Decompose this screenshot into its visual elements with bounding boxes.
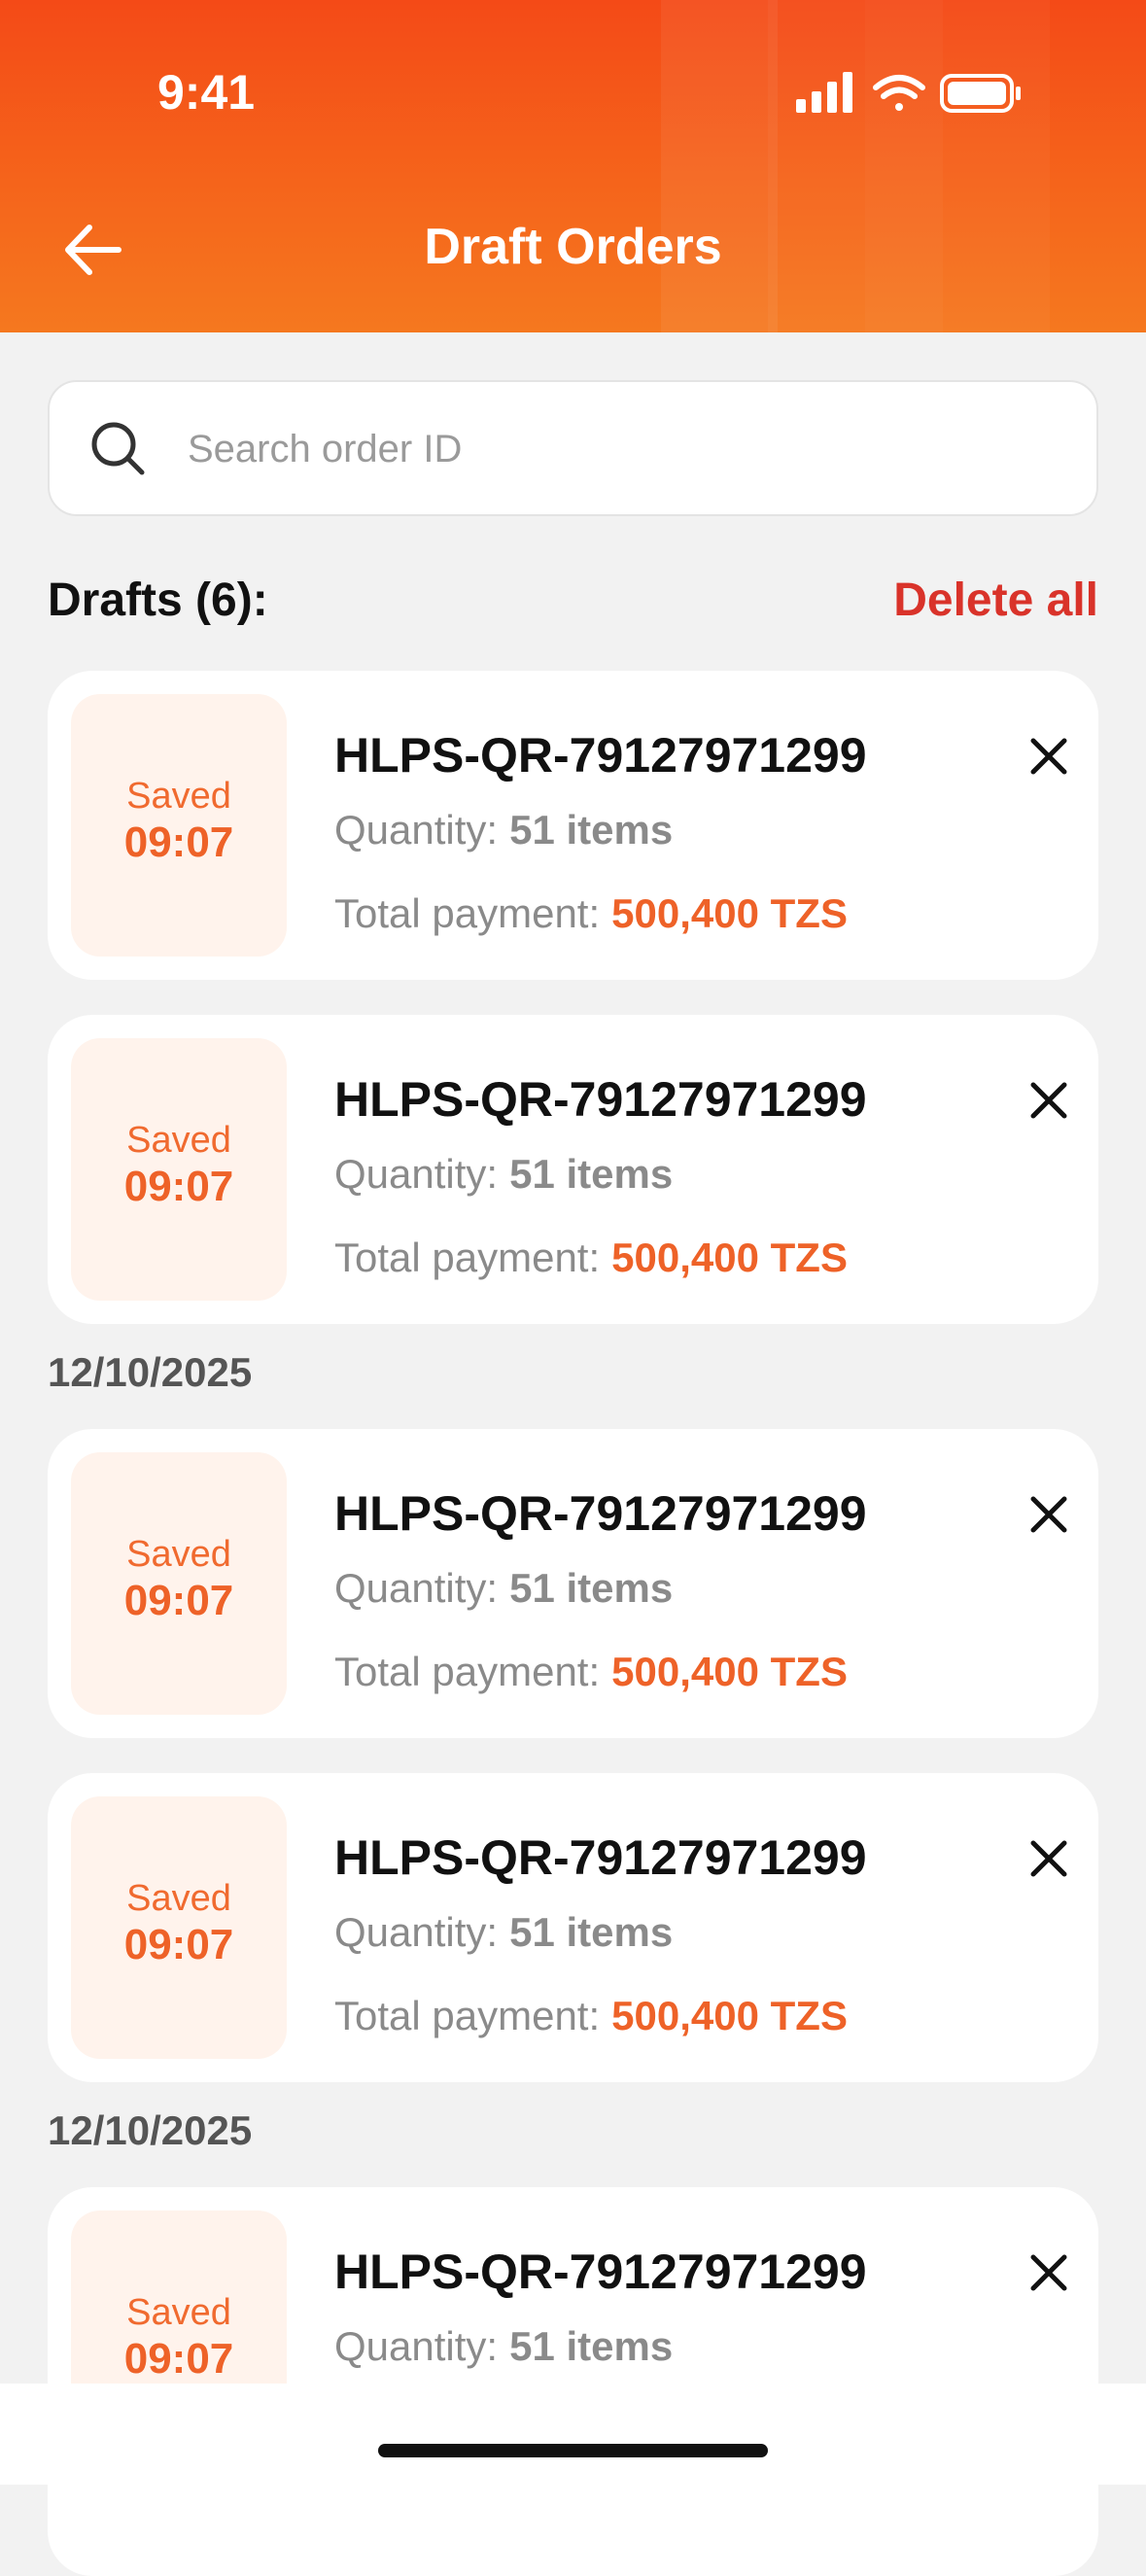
delete-all-button[interactable]: Delete all xyxy=(893,574,1098,627)
header-decoration xyxy=(943,0,1050,332)
quantity-label: Quantity: xyxy=(334,1151,499,1197)
payment-row: Total payment: 500,400 TZS xyxy=(334,1235,848,1281)
close-icon[interactable] xyxy=(1020,727,1078,785)
battery-icon xyxy=(940,74,1021,113)
saved-label: Saved xyxy=(126,1120,231,1161)
draft-order-card[interactable]: Saved 09:07 HLPS-QR-79127971299 Quantity… xyxy=(48,1015,1098,1324)
saved-time: 09:07 xyxy=(123,1163,234,1210)
quantity-label: Quantity: xyxy=(334,2323,499,2369)
quantity-row: Quantity: 51 items xyxy=(334,1151,673,1198)
drafts-count-title: Drafts (6): xyxy=(48,574,268,626)
payment-row: Total payment: 500,400 TZS xyxy=(334,1993,848,2039)
close-icon[interactable] xyxy=(1020,2244,1078,2302)
draft-order-card[interactable]: Saved 09:07 HLPS-QR-79127971299 Quantity… xyxy=(48,1429,1098,1738)
payment-row: Total payment: 500,400 TZS xyxy=(334,890,848,937)
saved-time-badge: Saved 09:07 xyxy=(71,1038,287,1301)
saved-time: 09:07 xyxy=(123,2335,234,2383)
saved-time: 09:07 xyxy=(123,1921,234,1968)
saved-time-badge: Saved 09:07 xyxy=(71,694,287,957)
header-decoration xyxy=(865,0,943,332)
saved-label: Saved xyxy=(126,1878,231,1919)
payment-row: Total payment: 500,400 TZS xyxy=(334,1649,848,1695)
payment-label: Total payment: xyxy=(334,1649,601,1694)
close-icon[interactable] xyxy=(1020,1071,1078,1130)
header-decoration xyxy=(661,0,778,332)
saved-label: Saved xyxy=(126,1534,231,1575)
home-indicator[interactable] xyxy=(378,2444,768,2457)
date-group-label: 12/10/2025 xyxy=(48,2107,253,2153)
saved-time-badge: Saved 09:07 xyxy=(71,1452,287,1715)
search-icon xyxy=(91,422,145,475)
close-icon[interactable] xyxy=(1020,1485,1078,1544)
status-icons xyxy=(796,72,1021,113)
quantity-value: 51 items xyxy=(509,1565,674,1611)
status-time: 9:41 xyxy=(157,65,256,120)
quantity-label: Quantity: xyxy=(334,1909,499,1955)
payment-value: 500,400 TZS xyxy=(611,890,848,936)
app-header: 9:41 Draft Orders xyxy=(0,0,1146,332)
quantity-value: 51 items xyxy=(509,1151,674,1197)
quantity-row: Quantity: 51 items xyxy=(334,1909,673,1956)
payment-value: 500,400 TZS xyxy=(611,1993,848,2038)
order-id: HLPS-QR-79127971299 xyxy=(334,1486,867,1541)
quantity-label: Quantity: xyxy=(334,807,499,853)
search-bar[interactable] xyxy=(48,380,1098,516)
quantity-row: Quantity: 51 items xyxy=(334,807,673,853)
quantity-row: Quantity: 51 items xyxy=(334,2323,673,2370)
close-icon[interactable] xyxy=(1020,1829,1078,1888)
bottom-safe-area xyxy=(0,2384,1146,2485)
search-input[interactable] xyxy=(186,382,1064,516)
saved-time: 09:07 xyxy=(123,818,234,866)
saved-time-badge: Saved 09:07 xyxy=(71,1796,287,2059)
signal-icon xyxy=(796,72,852,113)
payment-value: 500,400 TZS xyxy=(611,1649,848,1694)
draft-order-card[interactable]: Saved 09:07 HLPS-QR-79127971299 Quantity… xyxy=(48,2187,1098,2576)
date-group-label: 12/10/2025 xyxy=(48,1349,253,1395)
quantity-value: 51 items xyxy=(509,1909,674,1955)
header-decoration xyxy=(768,0,865,332)
payment-label: Total payment: xyxy=(334,1993,601,2038)
order-id: HLPS-QR-79127971299 xyxy=(334,2245,867,2299)
saved-time: 09:07 xyxy=(123,1577,234,1624)
order-id: HLPS-QR-79127971299 xyxy=(334,1830,867,1885)
payment-label: Total payment: xyxy=(334,1235,601,1280)
order-id: HLPS-QR-79127971299 xyxy=(334,728,867,783)
quantity-label: Quantity: xyxy=(334,1565,499,1611)
payment-value: 500,400 TZS xyxy=(611,1235,848,1280)
draft-order-card[interactable]: Saved 09:07 HLPS-QR-79127971299 Quantity… xyxy=(48,1773,1098,2082)
page-title: Draft Orders xyxy=(424,219,722,275)
wifi-icon xyxy=(873,75,925,111)
draft-order-card[interactable]: Saved 09:07 HLPS-QR-79127971299 Quantity… xyxy=(48,671,1098,980)
order-id: HLPS-QR-79127971299 xyxy=(334,1072,867,1127)
saved-label: Saved xyxy=(126,776,231,817)
quantity-value: 51 items xyxy=(509,807,674,853)
payment-label: Total payment: xyxy=(334,890,601,936)
quantity-value: 51 items xyxy=(509,2323,674,2369)
saved-label: Saved xyxy=(126,2292,231,2333)
quantity-row: Quantity: 51 items xyxy=(334,1565,673,1612)
